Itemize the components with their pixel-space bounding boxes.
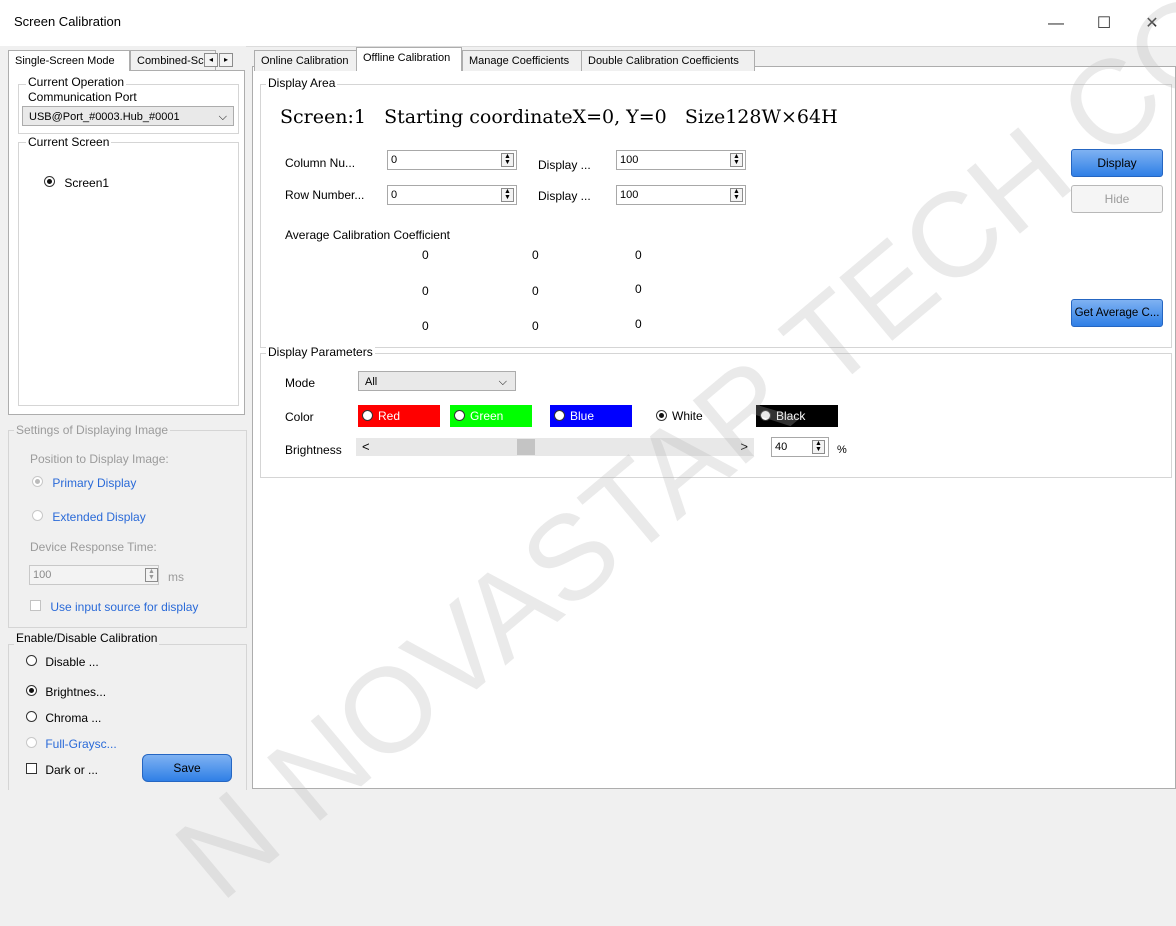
extended-display-radio[interactable] [32,510,43,521]
row-input[interactable]: 0 [387,185,517,205]
brightness-option[interactable]: Brightnes... [26,685,106,699]
display-1-spin-icon[interactable]: ▲ ▼ [730,153,743,167]
mode-value: All [365,376,378,388]
disable-option[interactable]: Disable ... [26,655,99,669]
mode-label: Mode [285,376,316,390]
title-bar: Screen Calibration — ☐ ✕ [0,0,1176,47]
response-time-spin-icon[interactable]: ▲ ▼ [145,568,158,582]
position-display-label: Position to Display Image: [30,452,169,466]
display-label-2: Display ... [538,189,591,203]
screen1-label: Screen1 [64,176,110,190]
window-title: Screen Calibration [14,14,121,29]
comm-port-select[interactable]: USB@Port_#0003.Hub_#0001 ⌵ [22,106,234,126]
row-label: Row Number... [285,188,365,202]
tab-offline-calibration[interactable]: Offline Calibration [356,47,462,71]
enable-calibration-label: Enable/Disable Calibration [14,631,160,645]
display-input-1[interactable]: 100 [616,150,746,170]
color-radio-blue[interactable] [554,410,565,421]
dark-or-label: Dark or ... [45,763,99,777]
comm-port-value: USB@Port_#0003.Hub_#0001 [29,111,180,123]
primary-display-option[interactable]: Primary Display [32,476,136,490]
column-label: Column Nu... [285,156,356,170]
tab-online-calibration[interactable]: Online Calibration [254,50,360,71]
current-screen-label: Current Screen [26,135,112,149]
screen1-radio[interactable] [44,176,55,187]
avg-cell: 0 [532,248,539,262]
response-time-label: Device Response Time: [30,540,157,554]
color-label: Color [285,410,314,424]
tab-scroll-right-icon[interactable]: ▸ [219,53,233,67]
dark-or-option[interactable]: Dark or ... [26,763,98,777]
tab-single-screen-mode[interactable]: Single-Screen Mode [8,50,130,71]
avg-cell: 0 [532,319,539,333]
column-spin-icon[interactable]: ▲ ▼ [501,153,514,167]
color-radio-red[interactable] [362,410,373,421]
brightness-calibration-label: Brightnes... [45,685,107,699]
chroma-radio[interactable] [26,711,37,722]
brightness-unit: % [837,444,847,456]
response-time-input[interactable]: 100 [29,565,159,585]
color-option-blue[interactable]: Blue [550,405,632,427]
avg-cell: 0 [635,248,642,262]
left-panel: Single-Screen Mode Combined-Sc ◂ ▸ Curre… [0,46,247,790]
color-option-green[interactable]: Green [450,405,532,427]
tab-manage-coefficients[interactable]: Manage Coefficients [462,50,584,71]
brightness-label: Brightness [285,443,342,457]
avg-coefficient-label: Average Calibration Coefficient [285,228,450,242]
avg-cell: 0 [422,248,429,262]
slider-left-arrow-icon[interactable]: < [362,439,370,454]
color-label-green: Green [470,409,504,423]
extended-display-label: Extended Display [52,510,146,524]
disable-label: Disable ... [45,655,99,669]
column-input[interactable]: 0 [387,150,517,170]
chevron-down-icon: ⌵ [218,111,227,123]
primary-display-label: Primary Display [52,476,137,490]
chroma-option[interactable]: Chroma ... [26,711,101,725]
slider-thumb[interactable] [517,439,536,455]
display-2-spin-icon[interactable]: ▲ ▼ [730,188,743,202]
dark-or-checkbox[interactable] [26,763,37,774]
screen-list-item[interactable]: Screen1 [44,176,109,190]
color-option-red[interactable]: Red [358,405,440,427]
full-grayscale-label: Full-Graysc... [45,737,117,751]
color-radio-green[interactable] [454,410,465,421]
chevron-down-icon: ⌵ [498,376,507,388]
comm-port-label: Communication Port [28,90,137,104]
avg-cell: 0 [635,282,642,296]
screen-info: Screen:1 Starting coordinateX=0, Y=0 Siz… [280,106,838,128]
current-operation-label: Current Operation [26,75,127,89]
use-input-source-label: Use input source for display [50,600,199,614]
settings-display-image-label: Settings of Displaying Image [14,423,171,437]
get-average-button[interactable]: Get Average C... [1071,299,1163,327]
response-unit: ms [168,570,184,584]
primary-display-radio[interactable] [32,476,43,487]
display-area-label: Display Area [266,76,338,90]
display-input-2[interactable]: 100 [616,185,746,205]
tab-scroll-left-icon[interactable]: ◂ [204,53,218,67]
avg-cell: 0 [422,319,429,333]
avg-cell: 0 [422,284,429,298]
full-grayscale-option[interactable]: Full-Graysc... [26,737,117,751]
avg-cell: 0 [635,317,642,331]
tab-double-calibration[interactable]: Double Calibration Coefficients [581,50,755,71]
chroma-label: Chroma ... [45,711,102,725]
avg-cell: 0 [532,284,539,298]
brightness-radio[interactable] [26,685,37,696]
disable-radio[interactable] [26,655,37,666]
row-spin-icon[interactable]: ▲ ▼ [501,188,514,202]
color-label-blue: Blue [570,409,595,423]
use-input-source-option[interactable]: Use input source for display [30,600,198,614]
display-label-1: Display ... [538,158,591,172]
display-params-label: Display Parameters [266,345,375,359]
full-grayscale-radio[interactable] [26,737,37,748]
extended-display-option[interactable]: Extended Display [32,510,146,524]
mode-select[interactable]: All ⌵ [358,371,516,391]
use-input-source-checkbox[interactable] [30,600,41,611]
color-label-red: Red [378,409,401,423]
minimize-button[interactable]: — [1036,9,1076,39]
